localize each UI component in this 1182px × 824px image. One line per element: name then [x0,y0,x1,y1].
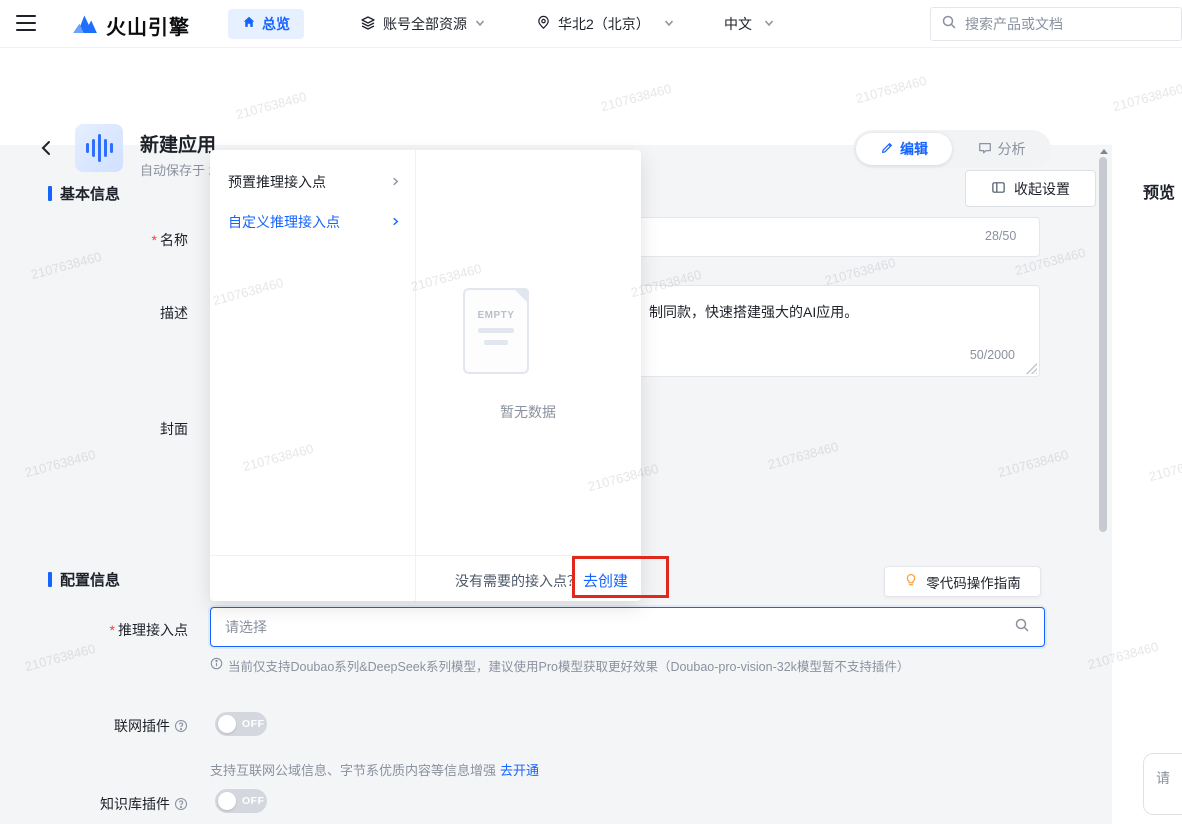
kb-plugin-toggle[interactable]: OFF [215,789,267,813]
toggle-off-label: OFF [242,795,265,807]
create-endpoint-link[interactable]: 去创建 [583,570,628,591]
empty-state-text: 暂无数据 [415,402,641,422]
toggle-knob [218,792,236,810]
brand-name: 火山引擎 [106,11,190,40]
nav-region-selector[interactable]: 华北2（北京） [536,0,675,48]
analyze-button-label: 分析 [998,139,1026,159]
required-mark: * [110,622,115,638]
resize-handle[interactable] [1025,362,1037,374]
required-mark: * [152,232,157,248]
preview-chat-input[interactable]: 请 [1143,753,1182,815]
question-circle-icon[interactable] [174,719,188,736]
chevron-down-icon [663,16,675,32]
question-circle-icon[interactable] [174,797,188,814]
chevron-down-icon [474,16,486,32]
info-circle-icon [210,657,223,670]
preview-title: 预览 [1143,179,1175,203]
search-icon [1014,617,1030,638]
section-basic-info: 基本信息 [48,183,120,204]
global-search-input[interactable] [965,16,1145,32]
volcengine-console: 火山引擎 总览 账号全部资源 华北 [0,0,1182,824]
endpoint-select[interactable] [210,607,1045,647]
toggle-knob [218,715,236,733]
page-title: 新建应用 [140,130,216,157]
endpoint-hint-text: 当前仅支持Doubao系列&DeepSeek系列模型，建议使用Pro模型获取更好… [228,656,909,675]
menu-item-custom-endpoint[interactable]: 自定义推理接入点 [210,203,415,241]
app-waveform-icon [75,124,123,172]
preview-chat-placeholder: 请 [1156,770,1170,786]
chevron-right-icon [390,214,401,230]
nav-language-label: 中文 [724,14,752,34]
back-icon[interactable] [40,136,60,160]
network-plugin-toggle[interactable]: OFF [215,712,267,736]
nav-region-label: 华北2（北京） [558,14,650,34]
chevron-right-icon [390,174,401,190]
collapse-settings-label: 收起设置 [1014,179,1070,199]
menu-item-label: 自定义推理接入点 [228,212,340,232]
activate-link[interactable]: 去开通 [500,763,539,778]
layers-icon [360,15,376,34]
dropdown-footer: 没有需要的接入点？ 去创建 [210,555,641,601]
nav-account-resources-label: 账号全部资源 [383,14,467,34]
scrollbar-up-arrow[interactable] [1100,149,1108,154]
scrollbar-thumb[interactable] [1099,157,1107,532]
collapse-settings-button[interactable]: 收起设置 [965,170,1096,207]
network-plugin-label: 联网插件 [60,716,188,736]
global-search-box[interactable] [930,7,1182,41]
footer-prompt: 没有需要的接入点？ [455,571,581,591]
nav-overview-button[interactable]: 总览 [228,9,304,39]
section-accent-bar [48,186,52,201]
pencil-icon [880,141,894,158]
zero-code-guide-label: 零代码操作指南 [926,572,1021,592]
lightbulb-icon [904,573,918,590]
menu-item-label: 预置推理接入点 [228,172,326,192]
edit-analyze-segmented-control: 编辑 分析 [853,130,1051,168]
volcengine-logo-icon [70,8,100,43]
search-icon [941,14,957,35]
preview-panel: 预览 请 [1112,145,1182,824]
doc-line [478,328,514,333]
location-pin-icon [536,15,551,33]
chat-bubble-icon [978,141,992,158]
dropdown-divider [415,150,416,601]
endpoint-field-label: *推理接入点 [60,620,188,640]
description-field-label: 描述 [60,303,188,323]
name-field-label: *名称 [60,230,188,250]
nav-account-resources[interactable]: 账号全部资源 [360,0,486,48]
collapse-panel-icon [991,180,1006,198]
name-char-counter: 28/50 [985,229,1016,243]
section-config-label: 配置信息 [60,569,120,590]
chevron-down-icon [763,16,775,32]
page-header: 新建应用 自动保存于 2025-06-04 19:05:36 编辑 分析 [0,48,1182,145]
section-config: 配置信息 [48,569,120,590]
doc-line [484,340,508,345]
nav-overview-label: 总览 [262,14,290,34]
endpoint-dropdown-panel: 预置推理接入点 自定义推理接入点 EMPTY 暂无数据 没有需要的接入点？ [210,150,641,601]
scrollbar-track[interactable] [1099,147,1108,822]
top-navbar: 火山引擎 总览 账号全部资源 华北 [0,0,1182,48]
page-fold [513,288,529,304]
network-plugin-hint: 支持互联网公域信息、字节系优质内容等信息增强去开通 [210,760,539,779]
edit-button[interactable]: 编辑 [856,133,952,165]
home-icon [242,15,256,34]
section-accent-bar [48,572,52,587]
hamburger-menu-icon[interactable] [16,15,36,31]
edit-button-label: 编辑 [900,139,928,159]
analyze-button[interactable]: 分析 [955,133,1048,165]
main-content: 基本信息 *名称 28/50 描述 制同款，快速搭建强大的AI应用。 50/20… [0,145,1182,824]
kb-plugin-label: 知识库插件 [60,794,188,814]
zero-code-guide-button[interactable]: 零代码操作指南 [884,566,1041,597]
menu-item-preset-endpoint[interactable]: 预置推理接入点 [210,163,415,201]
empty-document-icon: EMPTY [463,288,529,374]
section-basic-info-label: 基本信息 [60,183,120,204]
description-char-counter: 50/2000 [970,348,1015,362]
empty-icon-text: EMPTY [465,310,527,321]
nav-language-selector[interactable]: 中文 [724,0,775,48]
description-value: 制同款，快速搭建强大的AI应用。 [649,302,858,322]
endpoint-select-input[interactable] [225,619,1014,635]
endpoint-hint: 当前仅支持Doubao系列&DeepSeek系列模型，建议使用Pro模型获取更好… [210,656,1050,675]
brand-logo[interactable]: 火山引擎 [70,8,190,43]
cover-field-label: 封面 [60,419,188,439]
toggle-off-label: OFF [242,718,265,730]
